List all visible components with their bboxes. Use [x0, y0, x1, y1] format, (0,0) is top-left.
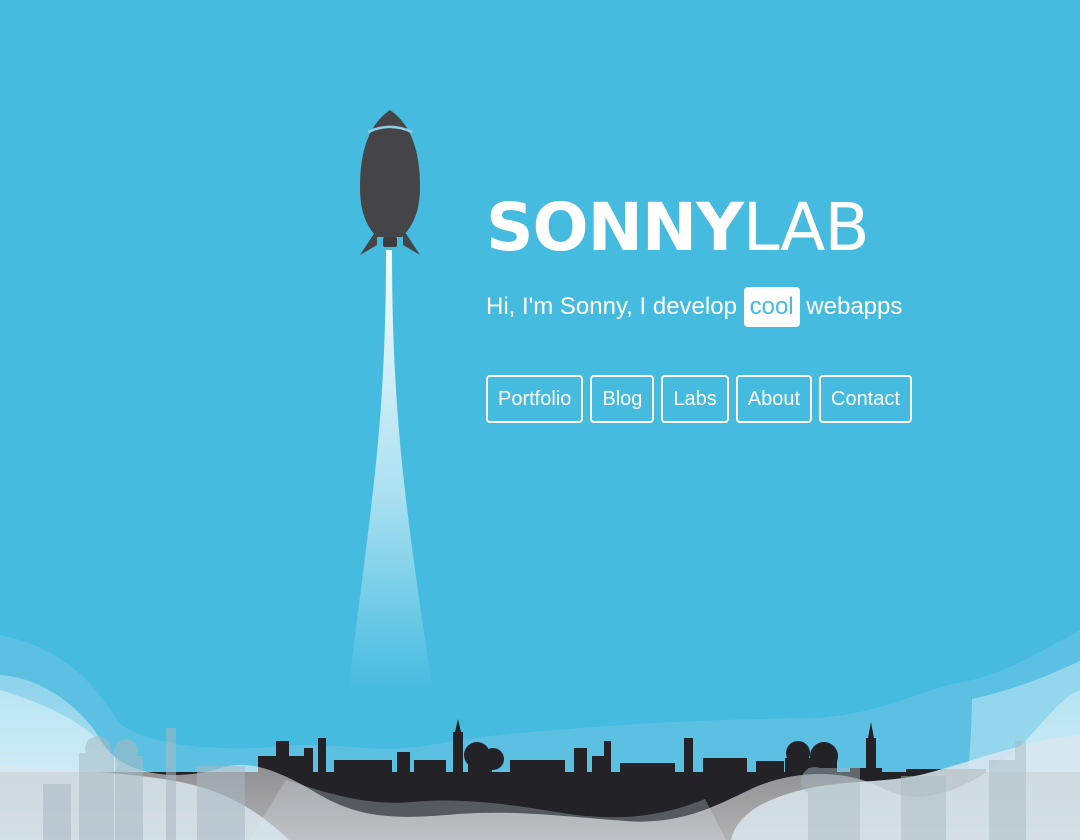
smoke-trail — [348, 250, 433, 692]
tagline-suffix: webapps — [806, 293, 903, 320]
tagline: Hi, I'm Sonny, I develop cool webapps — [486, 287, 1046, 327]
brand-light-word: LAB — [742, 189, 870, 266]
main-navigation: Portfolio Blog Labs About Contact — [486, 375, 1046, 423]
nav-portfolio-button[interactable]: Portfolio — [486, 375, 584, 423]
brand-strong-word: SONNY — [486, 189, 744, 266]
nav-contact-button[interactable]: Contact — [819, 375, 912, 423]
brand-title: SONNYLAB — [486, 190, 1046, 266]
hero-content: SONNYLAB Hi, I'm Sonny, I develop cool w… — [486, 190, 1046, 423]
nav-labs-button[interactable]: Labs — [661, 375, 729, 423]
nav-about-button[interactable]: About — [735, 375, 813, 423]
rocket-icon — [360, 110, 420, 255]
tagline-prefix: Hi, I'm Sonny, I develop — [486, 293, 737, 320]
nav-blog-button[interactable]: Blog — [590, 375, 655, 423]
tagline-highlight: cool — [743, 287, 800, 327]
